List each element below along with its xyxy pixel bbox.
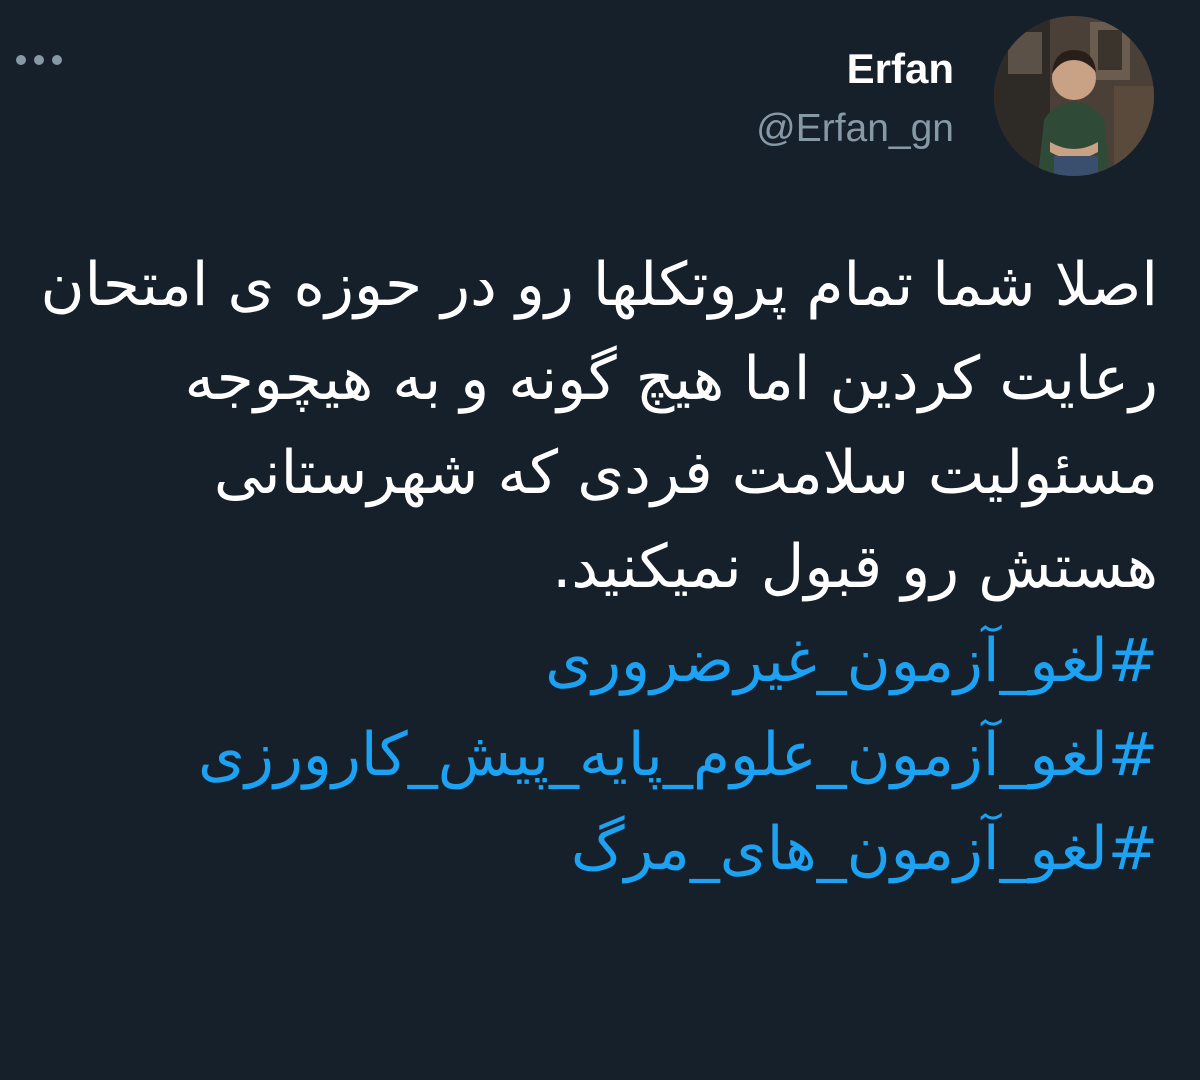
user-handle[interactable]: @Erfan_gn bbox=[756, 103, 954, 155]
avatar-photo bbox=[994, 16, 1154, 176]
tweet-screenshot: Erfan @Erfan_gn اصلا شما تمام پروتکلها ر… bbox=[0, 0, 1200, 1080]
more-horizontal-icon bbox=[16, 55, 62, 65]
tweet-header: Erfan @Erfan_gn bbox=[756, 16, 1154, 176]
tweet-body: اصلا شما تمام پروتکلها رو در حوزه ی امتح… bbox=[36, 238, 1158, 896]
avatar[interactable] bbox=[994, 16, 1154, 176]
hashtag-link[interactable]: #لغو_آزمون_های_مرگ bbox=[36, 802, 1158, 896]
hashtag-link[interactable]: #لغو_آزمون_غیرضروری bbox=[36, 614, 1158, 708]
tweet-text: اصلا شما تمام پروتکلها رو در حوزه ی امتح… bbox=[40, 250, 1158, 602]
more-options-button[interactable] bbox=[12, 42, 66, 78]
hashtag-link[interactable]: #لغو_آزمون_علوم_پایه_پیش_کارورزی bbox=[36, 708, 1158, 802]
display-name[interactable]: Erfan bbox=[847, 41, 954, 97]
user-info[interactable]: Erfan @Erfan_gn bbox=[756, 37, 954, 155]
